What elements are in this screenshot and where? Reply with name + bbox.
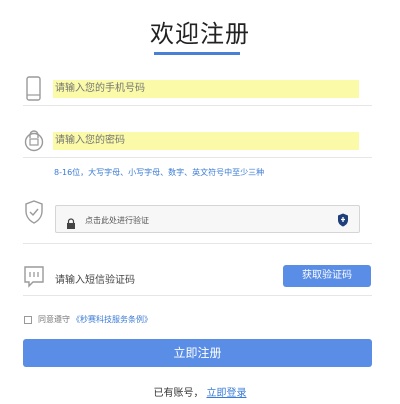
login-prompt: 已有账号， [153, 388, 204, 399]
agreement: 同意遵守 《秒赛科技服务条例》 [24, 314, 152, 325]
captcha-shield-icon [337, 212, 349, 231]
captcha-lock-icon [66, 214, 76, 233]
shield-check-icon [23, 199, 45, 225]
agreement-prefix: 同意遵守 [38, 315, 70, 324]
lock-icon [23, 127, 45, 153]
phone-row [23, 72, 372, 106]
phone-icon [23, 76, 45, 102]
sms-code-input[interactable]: 请输入短信验证码 [55, 271, 135, 286]
login-link[interactable]: 立即登录 [207, 388, 247, 399]
login-prompt-row: 已有账号， 立即登录 [0, 384, 400, 399]
phone-input[interactable] [53, 80, 359, 98]
page-title: 欢迎注册 [150, 20, 250, 48]
captcha-widget[interactable]: 点击此处进行验证 [55, 205, 360, 233]
password-hint: 8-16位，大写字母、小写字母、数字、英文符号中至少三种 [54, 168, 265, 177]
title-underline [154, 52, 240, 55]
register-button[interactable]: 立即注册 [23, 339, 372, 367]
captcha-label: 点击此处进行验证 [85, 216, 149, 225]
password-row [23, 124, 372, 158]
terms-link[interactable]: 《秒赛科技服务条例》 [72, 314, 152, 325]
password-input[interactable] [53, 132, 359, 150]
message-icon [23, 264, 45, 290]
agreement-checkbox[interactable] [24, 315, 32, 324]
get-sms-code-button[interactable]: 获取验证码 [283, 265, 371, 287]
